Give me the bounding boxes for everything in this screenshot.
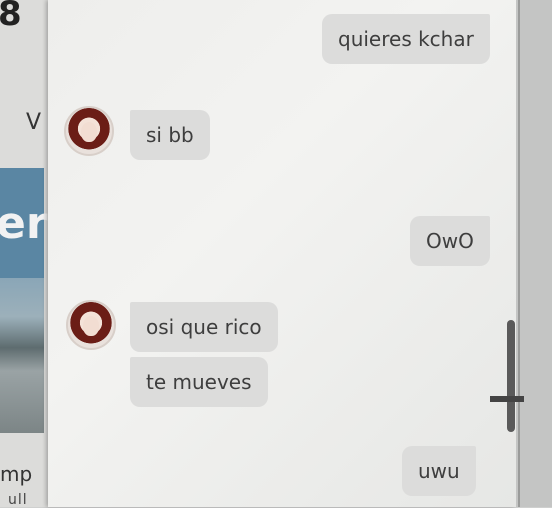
message-bubble-received: si bb bbox=[130, 110, 210, 160]
background-banner-text: er bbox=[0, 198, 48, 249]
message-bubble-sent: uwu bbox=[402, 446, 476, 496]
background-side-text: V bbox=[26, 110, 42, 135]
window-edge bbox=[516, 0, 552, 507]
background-bottom-text-2: ull bbox=[8, 492, 28, 508]
message-bubble-received: te mueves bbox=[130, 357, 268, 407]
background-top-text: 8 bbox=[0, 0, 22, 34]
mouse-cursor bbox=[490, 396, 524, 402]
message-bubble-received: osi que rico bbox=[130, 302, 278, 352]
window-edge-line bbox=[518, 0, 520, 507]
user-avatar-icon[interactable] bbox=[64, 106, 114, 156]
message-bubble-sent: OwO bbox=[410, 216, 490, 266]
background-bottom-text: mp bbox=[0, 462, 33, 486]
user-avatar-icon[interactable] bbox=[66, 300, 116, 350]
background-photo bbox=[0, 278, 44, 433]
message-bubble-sent: quieres kchar bbox=[322, 14, 490, 64]
scrollbar-thumb[interactable] bbox=[507, 320, 515, 432]
